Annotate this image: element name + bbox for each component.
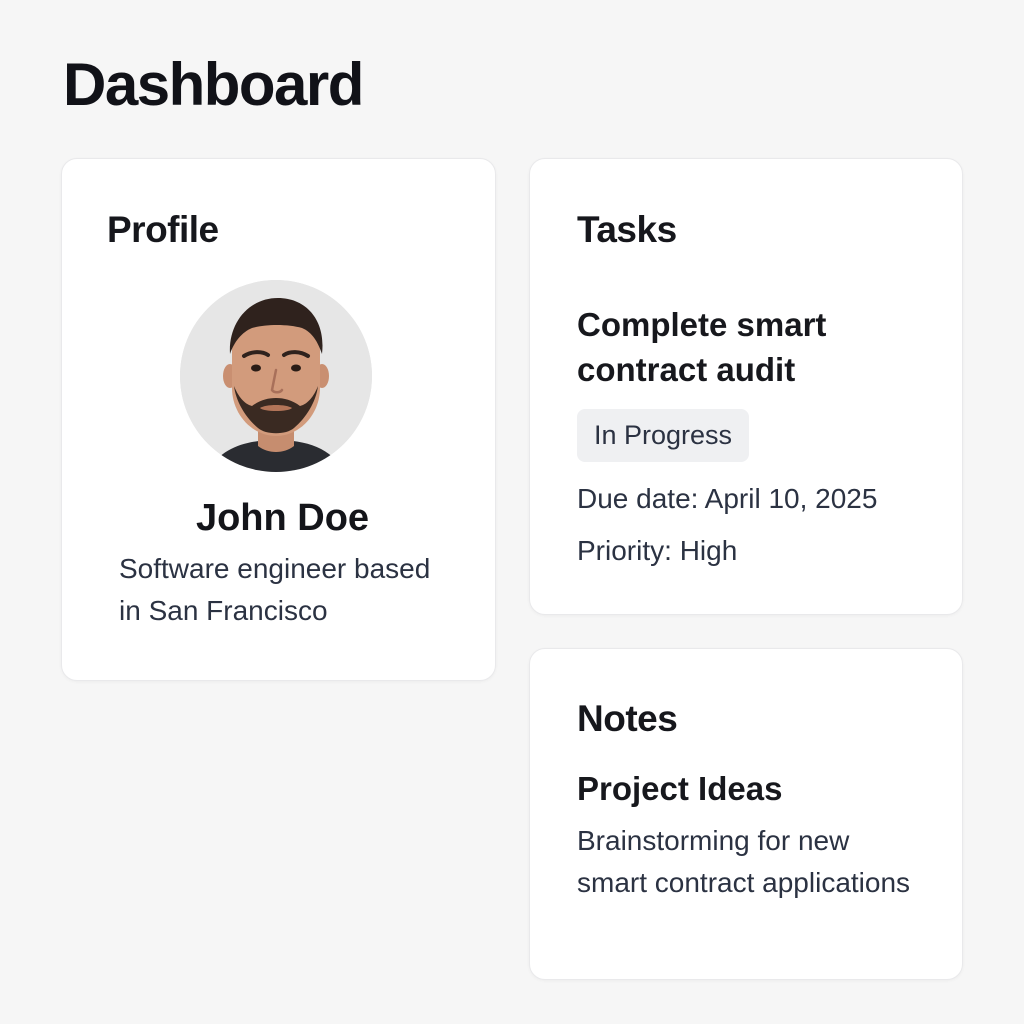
avatar[interactable] [180,280,372,472]
profile-name: John Doe [195,497,370,539]
task-title[interactable]: Complete smart contract audit [577,302,937,392]
tasks-card: Tasks Complete smart contract audit In P… [529,158,963,615]
profile-heading: Profile [107,209,219,250]
notes-heading: Notes [577,698,678,739]
user-photo-icon [180,280,372,472]
task-priority: Priority: High [577,535,737,567]
profile-card: Profile John Doe Software engineer based… [61,158,496,681]
note-title[interactable]: Project Ideas [577,770,782,808]
due-date-label: Due date: [577,483,699,514]
priority-label: Priority: [577,535,672,566]
due-date-value: April 10, 2025 [704,483,878,514]
priority-value: High [679,535,738,566]
page-title: Dashboard [63,51,364,118]
dashboard-page: Dashboard Profile John Doe Software engi… [0,0,1024,1024]
notes-card: Notes Project Ideas Brainstorming for ne… [529,648,963,980]
status-badge: In Progress [577,409,750,462]
profile-bio: Software engineer based in San Francisco [119,553,431,626]
note-body: Brainstorming for new smart contract app… [577,825,911,898]
tasks-heading: Tasks [577,209,677,250]
task-due-date: Due date: April 10, 2025 [577,483,877,515]
